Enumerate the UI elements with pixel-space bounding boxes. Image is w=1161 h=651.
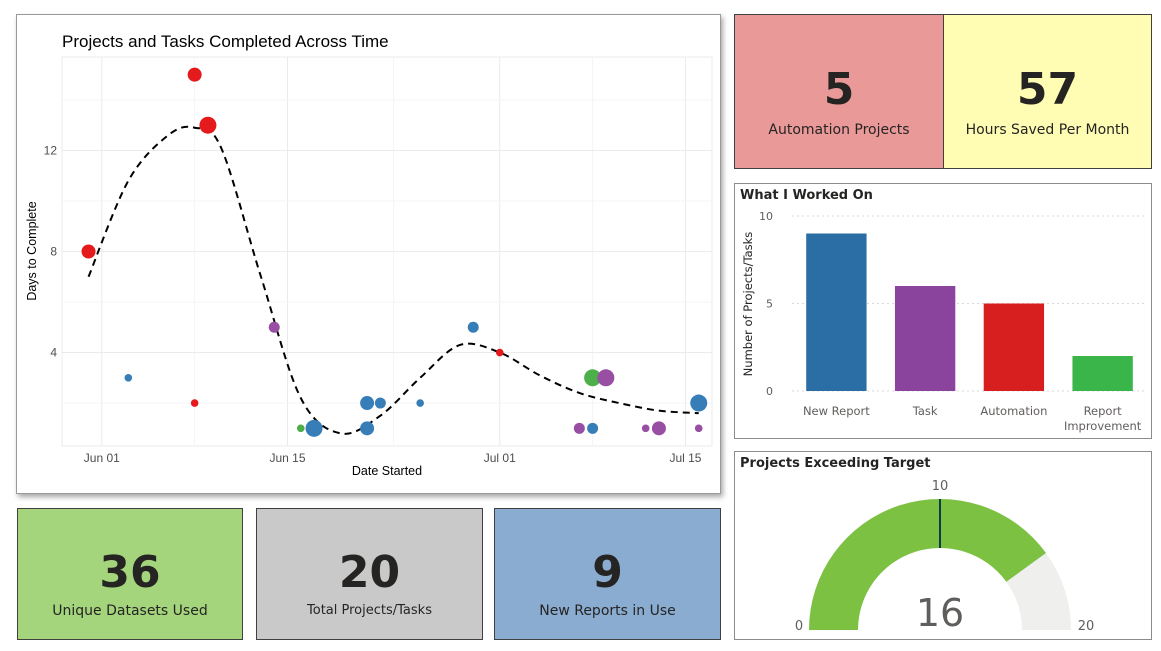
bar-y-tick-label: 10 (759, 210, 773, 223)
bar-y-axis-label: Number of Projects/Tasks (741, 232, 755, 377)
scatter-point[interactable] (360, 396, 375, 411)
automation-projects-card[interactable]: 5 Automation Projects (734, 14, 944, 169)
bars (806, 233, 1133, 392)
scatter-x-ticks: Jun 01 Jun 15 Jul 01 Jul 15 (84, 451, 702, 465)
scatter-y-ticks: 4 8 12 (44, 143, 58, 359)
hours-saved-label: Hours Saved Per Month (965, 122, 1130, 138)
bar-chart-card[interactable]: What I Worked On 0 5 10 New Report Task Auto… (734, 183, 1152, 439)
scatter-point[interactable] (360, 421, 375, 436)
bar-y-ticks: 0 5 10 (759, 210, 773, 398)
scatter-x-axis-label: Date Started (352, 464, 422, 478)
unique-datasets-value: 36 (99, 547, 161, 598)
bar-category-label: Task (912, 404, 938, 418)
gauge-target-label: 10 (932, 479, 949, 494)
scatter-point[interactable] (187, 67, 202, 82)
bar-report-improvement[interactable] (1072, 356, 1133, 391)
gauge-title: Projects Exceeding Target (740, 456, 931, 471)
scatter-chart-card[interactable]: Projects and Tasks Completed Across Time… (16, 14, 721, 494)
bar-new-report[interactable] (806, 233, 867, 392)
bar-chart: What I Worked On 0 5 10 New Report Task Auto… (740, 188, 1147, 433)
bar-automation[interactable] (983, 303, 1045, 392)
scatter-point[interactable] (296, 424, 305, 433)
x-tick-label: Jun 15 (269, 451, 305, 465)
automation-projects-label: Automation Projects (768, 122, 910, 138)
y-tick-label: 4 (50, 346, 57, 360)
scatter-y-axis-label: Days to Complete (25, 201, 39, 300)
scatter-point[interactable] (268, 321, 280, 333)
total-projects-label: Total Projects/Tasks (307, 603, 432, 618)
scatter-point[interactable] (597, 369, 615, 387)
bar-category-labels: New Report Task Automation Report Improvemen… (803, 404, 1142, 433)
unique-datasets-card[interactable]: 36 Unique Datasets Used (17, 508, 243, 640)
scatter-point[interactable] (199, 116, 217, 134)
new-reports-value: 9 (592, 547, 623, 598)
y-tick-label: 12 (44, 143, 58, 157)
scatter-point[interactable] (651, 421, 666, 436)
x-tick-label: Jun 01 (84, 451, 120, 465)
scatter-point[interactable] (641, 424, 650, 433)
scatter-point[interactable] (305, 419, 323, 437)
gauge-max-label: 20 (1078, 619, 1095, 634)
automation-projects-value: 5 (823, 64, 855, 115)
bar-task[interactable] (894, 286, 956, 391)
bar-category-label: Report Improvement (1064, 404, 1142, 433)
x-tick-label: Jul 01 (484, 451, 516, 465)
gauge-chart: Projects Exceeding Target 10 0 20 16 (740, 456, 1095, 635)
scatter-point[interactable] (190, 399, 199, 407)
bar-chart-title: What I Worked On (740, 188, 873, 203)
bar-category-label: Automation (980, 404, 1047, 418)
scatter-point[interactable] (374, 397, 386, 409)
hours-saved-value: 57 (1016, 64, 1079, 115)
scatter-point[interactable] (467, 321, 479, 333)
scatter-point[interactable] (495, 348, 504, 357)
gauge-card[interactable]: Projects Exceeding Target 10 0 20 16 (734, 451, 1152, 640)
scatter-chart: Projects and Tasks Completed Across Time… (25, 32, 713, 478)
scatter-point[interactable] (416, 399, 424, 407)
bar-category-label: New Report (803, 404, 870, 418)
scatter-point[interactable] (587, 422, 599, 434)
total-projects-value: 20 (338, 547, 401, 598)
hours-saved-card[interactable]: 57 Hours Saved Per Month (943, 14, 1152, 169)
gauge-value: 16 (916, 591, 964, 635)
unique-datasets-label: Unique Datasets Used (52, 603, 208, 619)
scatter-point[interactable] (124, 373, 133, 382)
x-tick-label: Jul 15 (669, 451, 701, 465)
scatter-chart-title: Projects and Tasks Completed Across Time (62, 32, 389, 51)
new-reports-label: New Reports in Use (539, 603, 676, 619)
scatter-point[interactable] (690, 394, 708, 412)
gauge-min-label: 0 (795, 619, 803, 634)
scatter-point[interactable] (573, 422, 585, 434)
bar-y-tick-label: 0 (766, 385, 773, 398)
y-tick-label: 8 (50, 245, 57, 259)
scatter-point[interactable] (81, 244, 96, 259)
total-projects-card[interactable]: 20 Total Projects/Tasks (256, 508, 483, 640)
new-reports-card[interactable]: 9 New Reports in Use (494, 508, 721, 640)
bar-y-tick-label: 5 (766, 298, 773, 311)
scatter-point[interactable] (694, 424, 703, 433)
